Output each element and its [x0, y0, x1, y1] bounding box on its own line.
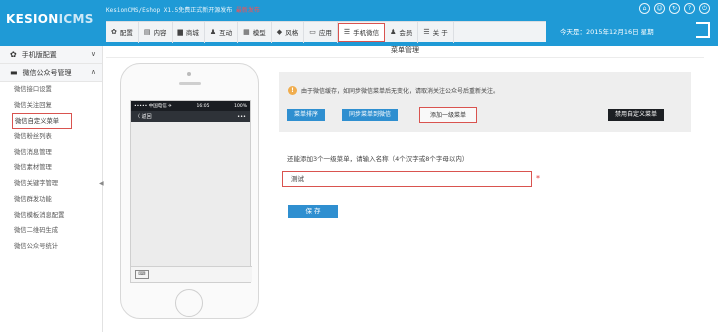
sync-menu-button[interactable]: 同步菜单到微信	[342, 109, 399, 121]
sidebar-item[interactable]: 微信接口设置	[0, 82, 102, 98]
save-button[interactable]: 保 存	[288, 205, 338, 218]
tag-icon: ◆	[276, 28, 283, 36]
nav-item-member[interactable]: ♟ 会员	[385, 21, 419, 43]
nav-item-model[interactable]: ▦ 模型	[238, 21, 272, 43]
exit-icon[interactable]	[696, 22, 710, 38]
phone-status-bar: ••••• 中国电信 ✈ 16:05 100%	[131, 101, 250, 111]
nav-item-about[interactable]: ☰ 关 于	[418, 21, 454, 43]
menu-icon: ☰	[343, 28, 351, 36]
sidebar-item[interactable]: 微信二维码生成	[0, 223, 102, 239]
gear-icon: ✿	[111, 28, 117, 36]
logo-text: KESION	[6, 12, 59, 26]
monitor-icon: ▭	[309, 28, 316, 36]
app-logo[interactable]: KESIONICMS	[6, 12, 98, 34]
speaker-icon	[179, 82, 201, 85]
nav-item-apps[interactable]: ▭ 应用	[304, 21, 338, 43]
refresh-icon[interactable]: ↻	[669, 3, 680, 14]
add-top-menu-button[interactable]: 添加一级菜单	[419, 107, 478, 123]
sidebar-group-mobile-config[interactable]: ✿ 手机版配置 ∨	[0, 46, 102, 64]
sidebar-collapse-icon[interactable]: ◀	[99, 180, 104, 187]
nav-item-style[interactable]: ◆ 风格	[272, 21, 305, 43]
sidebar-item[interactable]: 微信关注回复	[0, 98, 102, 114]
nav-item-mobile-wechat[interactable]: ☰ 手机微信	[337, 22, 386, 42]
menu-sort-button[interactable]: 菜单排序	[287, 109, 326, 121]
grid-icon: ▦	[243, 28, 250, 36]
sidebar-item[interactable]: 微信群发功能	[0, 192, 102, 208]
power-icon[interactable]: ⏻	[699, 3, 710, 14]
chat-icon: ▬	[10, 68, 18, 77]
nav-item-shop[interactable]: ▆ 商城	[173, 21, 205, 43]
phone-screen: ••••• 中国电信 ✈ 16:05 100% 〈 返回 ••• ⌨	[130, 100, 252, 283]
news-text: KesionCMS/Eshop X1.5免费正式新开源发布	[106, 7, 233, 14]
top-icon-group: ⌂ ☺ ↻ ? ⏻	[639, 3, 710, 14]
news-highlight: 最新发布	[235, 7, 260, 14]
page-title: 菜单管理	[106, 42, 704, 58]
menu-icon: ☰	[423, 28, 430, 36]
phone-title-bar: 〈 返回 •••	[131, 111, 250, 122]
sidebar-group-wechat[interactable]: ▬ 微信公众号管理 ∧	[0, 64, 102, 82]
phone-home-button	[175, 289, 203, 317]
user-icon[interactable]: ☺	[654, 3, 665, 14]
sidebar-item[interactable]: 微信消息管理	[0, 145, 102, 161]
back-button[interactable]: 〈 返回	[135, 113, 152, 120]
gear-icon: ✿	[10, 50, 17, 59]
chevron-down-icon: ∨	[90, 50, 96, 58]
main-nav: ✿ 配置 ▤ 内容 ▆ 商城 ♟ 互动 ▦ 模型 ◆ 风格 ▭ 应用 ☰ 手机微信 ♟ 会员 ☰ 关…	[106, 21, 546, 43]
disable-custom-menu-button[interactable]: 禁用自定义菜单	[608, 109, 665, 121]
phone-preview: ••••• 中国电信 ✈ 16:05 100% 〈 返回 ••• ⌨	[120, 63, 259, 319]
logo-subtext: ICMS	[58, 12, 94, 26]
menu-name-input[interactable]: 测试	[282, 171, 532, 187]
warning-icon: !	[288, 86, 297, 95]
sidebar-item[interactable]: 微信关键字管理	[0, 176, 102, 192]
home-icon[interactable]: ⌂	[639, 3, 650, 14]
sidebar: ✿ 手机版配置 ∨ ▬ 微信公众号管理 ∧ 微信接口设置 微信关注回复 微信自定…	[0, 46, 103, 332]
phone-menu-bar: ⌨	[131, 266, 252, 282]
sidebar-item[interactable]: 微信模板消息配置	[0, 208, 102, 224]
shop-icon: ▆	[177, 28, 183, 36]
help-icon[interactable]: ?	[684, 3, 695, 14]
keyboard-icon[interactable]: ⌨	[135, 270, 149, 279]
people-icon: ♟	[209, 28, 217, 36]
sidebar-item[interactable]: 微信粉丝列表	[0, 129, 102, 145]
nav-item-config[interactable]: ✿ 配置	[106, 21, 139, 43]
nav-item-interact[interactable]: ♟ 互动	[205, 21, 239, 43]
user-icon: ♟	[390, 28, 397, 36]
notice-text: 由于微信缓存，如同步微信菜单后无变化，请取消关注公众号后重新关注。	[301, 88, 500, 95]
sidebar-item-custom-menu[interactable]: 微信自定义菜单	[12, 113, 72, 130]
document-icon: ▤	[143, 28, 151, 36]
notice-panel: ! 由于微信缓存，如同步微信菜单后无变化，请取消关注公众号后重新关注。 菜单排序…	[279, 72, 691, 132]
nav-item-content[interactable]: ▤ 内容	[139, 21, 173, 43]
menu-hint-text: 还能添加3个一级菜单，请输入名称（4个汉字或8个字母以内）	[287, 155, 469, 163]
more-icon[interactable]: •••	[237, 114, 246, 120]
news-ticker[interactable]: KesionCMS/Eshop X1.5免费正式新开源发布 最新发布	[106, 4, 260, 18]
sidebar-item[interactable]: 微信公众号统计	[0, 239, 102, 255]
camera-icon	[187, 72, 191, 76]
date-label: 今天是：2015年12月16日 星期	[560, 28, 654, 36]
chevron-up-icon: ∧	[90, 68, 96, 76]
sidebar-item[interactable]: 微信素材管理	[0, 160, 102, 176]
required-marker: *	[536, 174, 540, 183]
